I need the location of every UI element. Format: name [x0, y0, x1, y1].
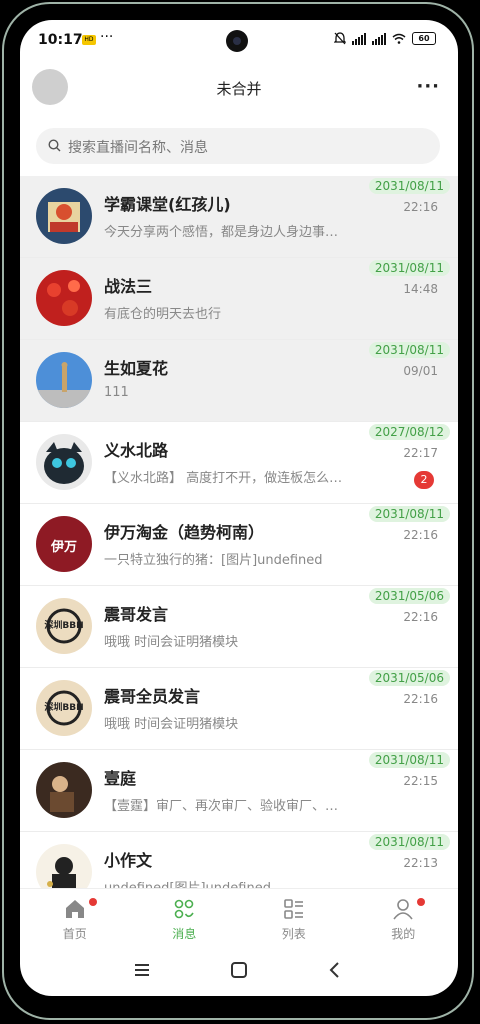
avatar-logo-text: 深圳BBH — [44, 703, 84, 713]
more-menu-button[interactable]: ··· — [416, 76, 440, 97]
tab-label: 列表 — [281, 927, 306, 941]
notification-dot — [417, 898, 426, 906]
conversation-time: 14:48 — [403, 282, 438, 296]
signal-icon — [352, 32, 366, 45]
signal-hd-icon — [372, 32, 386, 45]
conversation-last-message: 一只特立独行的猪：[图片]undefined — [104, 553, 323, 568]
conversation-time: 22:13 — [403, 856, 438, 870]
tab-list[interactable]: 列表 — [239, 889, 349, 947]
tab-profile[interactable]: 我的 — [349, 889, 459, 947]
battery-icon: 60 — [412, 32, 436, 45]
conversation-last-message: 【义水北路】 高度打不开，做连板怎么… — [104, 471, 343, 486]
conversation-row[interactable]: 深圳BBH 震哥全员发言哦哦 时间会证明猪模块 2031/05/06 22:16 — [20, 668, 458, 750]
screen: 10:17 HD ··· 60 未合并 ··· 搜索直播间名称、消息 学霸课堂(… — [20, 20, 458, 996]
home-icon — [64, 898, 86, 920]
conversation-time: 22:16 — [403, 528, 438, 542]
conversation-last-message: 【壹霆】审厂、再次审厂、验收审厂、… — [104, 799, 339, 814]
tab-message[interactable]: 消息 — [130, 889, 240, 947]
page-title: 未合并 — [216, 80, 262, 98]
avatar-zhenge-all: 深圳BBH — [36, 680, 92, 736]
list-icon — [283, 898, 305, 920]
profile-icon — [392, 898, 414, 920]
conversation-row[interactable]: 深圳BBH 震哥发言哦哦 时间会证明猪模块 2031/05/06 22:16 — [20, 586, 458, 668]
conversation-list: 学霸课堂(红孩儿) 今天分享两个感悟，都是身边人身边事… 2031/08/11 22:… — [20, 176, 458, 888]
conversation-row[interactable]: 壹庭【壹霆】审厂、再次审厂、验收审厂、… 2031/08/11 22:15 — [20, 750, 458, 832]
avatar-xueba — [36, 188, 92, 244]
conversation-name: 震哥全员发言 — [104, 687, 201, 706]
tab-label: 消息 — [172, 927, 197, 941]
conversation-name: 伊万淘金（趋势柯南） — [104, 523, 265, 542]
conversation-time: 22:16 — [403, 200, 438, 214]
conversation-date-badge: 2031/08/11 — [368, 178, 450, 194]
conversation-name: 小作文 — [104, 851, 153, 870]
conversation-date-badge: 2031/05/06 — [368, 588, 450, 604]
status-more-dots: ··· — [100, 29, 114, 45]
conversation-name: 震哥发言 — [104, 605, 169, 624]
status-time: 10:17 — [38, 32, 83, 48]
conversation-name: 生如夏花 — [104, 359, 169, 378]
search-icon — [48, 139, 61, 152]
conversation-name: 壹庭 — [104, 769, 137, 788]
search-placeholder: 搜索直播间名称、消息 — [68, 140, 208, 156]
avatar-logo-text: 深圳BBH — [44, 621, 84, 631]
conversation-row[interactable]: 义水北路【义水北路】 高度打不开，做连板怎么… 2027/08/12 22:17 2 — [20, 422, 458, 504]
conversation-date-badge: 2031/08/11 — [368, 752, 450, 768]
search-input[interactable]: 搜索直播间名称、消息 — [36, 128, 440, 164]
back-icon[interactable] — [325, 960, 345, 980]
conversation-date-badge: 2027/08/12 — [368, 424, 450, 440]
conversation-date-badge: 2031/08/11 — [368, 342, 450, 358]
avatar-yishui — [36, 434, 92, 490]
conversation-time: 22:17 — [403, 446, 438, 460]
home-nav-icon[interactable] — [229, 960, 249, 980]
status-bar: 10:17 HD ··· 60 — [20, 20, 458, 60]
avatar-yiting — [36, 762, 92, 818]
bottom-tab-bar: 首页 消息 列表 我的 — [20, 888, 458, 947]
conversation-row[interactable]: 学霸课堂(红孩儿) 今天分享两个感悟，都是身边人身边事… 2031/08/11 22:… — [20, 176, 458, 258]
unread-count-badge: 2 — [414, 471, 434, 489]
mute-bell-icon — [334, 32, 346, 45]
conversation-time: 22:16 — [403, 692, 438, 706]
conversation-name: 战法三 — [104, 277, 153, 296]
conversation-time: 09/01 — [403, 364, 438, 378]
avatar-logo-text: 伊万 — [50, 540, 77, 555]
conversation-name: 义水北路 — [104, 441, 169, 460]
conversation-last-message: 哦哦 时间会证明猪模块 — [104, 717, 239, 732]
conversation-last-message: 有底仓的明天去也行 — [104, 307, 222, 322]
recent-apps-icon[interactable] — [132, 960, 152, 980]
phone-frame: 10:17 HD ··· 60 未合并 ··· 搜索直播间名称、消息 学霸课堂(… — [0, 0, 480, 1024]
conversation-row[interactable]: 战法三有底仓的明天去也行 2031/08/11 14:48 — [20, 258, 458, 340]
conversation-last-message: 今天分享两个感悟，都是身边人身边事… — [104, 225, 339, 240]
header: 未合并 ··· — [20, 60, 458, 116]
conversation-date-badge: 2031/08/11 — [368, 506, 450, 522]
conversation-row[interactable]: 生如夏花 111 2031/08/11 09/01 — [20, 340, 458, 422]
conversation-date-badge: 2031/08/11 — [368, 260, 450, 276]
message-icon — [173, 898, 195, 920]
conversation-row[interactable]: 伊万 伊万淘金（趋势柯南） 一只特立独行的猪：[图片]undefined 2031/0… — [20, 504, 458, 586]
conversation-last-message: 哦哦 时间会证明猪模块 — [104, 635, 239, 650]
notification-dot — [88, 898, 97, 906]
tab-home[interactable]: 首页 — [20, 889, 130, 947]
avatar-yiwan: 伊万 — [36, 516, 92, 572]
front-camera — [226, 30, 248, 52]
tab-label: 我的 — [391, 927, 416, 941]
avatar-zhenge: 深圳BBH — [36, 598, 92, 654]
conversation-last-message: undefined[图片]undefined — [104, 877, 366, 888]
conversation-name: 学霸课堂(红孩儿) — [104, 195, 231, 214]
system-nav-bar — [20, 946, 458, 996]
avatar-zhanfa — [36, 270, 92, 326]
conversation-date-badge: 2031/08/11 — [368, 834, 450, 850]
conversation-last-message: 111 — [104, 385, 129, 400]
tab-label: 首页 — [62, 927, 87, 941]
avatar-xiaozuowen — [36, 844, 92, 888]
conversation-row[interactable]: 小作文 undefined[图片]undefined 2031/08/11 22:13 — [20, 832, 458, 888]
status-app-badge: HD — [82, 35, 96, 45]
status-icons: 60 — [334, 32, 436, 45]
wifi-icon — [392, 33, 406, 44]
conversation-time: 22:16 — [403, 610, 438, 624]
avatar-shengru — [36, 352, 92, 408]
conversation-date-badge: 2031/05/06 — [368, 670, 450, 686]
conversation-time: 22:15 — [403, 774, 438, 788]
